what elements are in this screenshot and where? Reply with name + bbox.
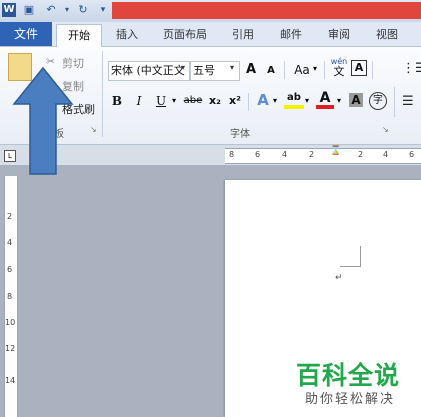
tab-references[interactable]: 引用: [228, 26, 258, 44]
chevron-down-icon[interactable]: ▾: [273, 96, 277, 105]
ruler-number: 14: [5, 376, 16, 385]
vertical-ruler[interactable]: 2 4 6 8 10 12 14: [4, 176, 18, 417]
word-icon[interactable]: W: [2, 3, 16, 17]
paragraph-mark-icon: ↵: [335, 273, 343, 283]
grow-font-button[interactable]: A: [242, 61, 260, 79]
highlight-button[interactable]: ab: [284, 91, 304, 109]
bold-button[interactable]: B: [108, 92, 126, 110]
separator: [372, 61, 373, 79]
phonetic-guide-button[interactable]: wén 文: [330, 57, 348, 79]
char-shading-button[interactable]: A: [349, 93, 363, 107]
tab-view[interactable]: 视图: [372, 26, 402, 44]
separator: [248, 93, 249, 111]
ruler-number: 8: [229, 150, 235, 159]
undo-icon[interactable]: ↶: [44, 3, 58, 17]
ruler-number: 12: [5, 344, 16, 353]
align-left-icon[interactable]: ☰: [402, 94, 414, 109]
tab-home[interactable]: 开始: [56, 24, 102, 47]
ribbon-tabs: 文件 开始 插入 页面布局 引用 邮件 审阅 视图: [0, 22, 421, 47]
chevron-down-icon[interactable]: ▾: [230, 63, 234, 72]
up-arrow-icon: [12, 66, 74, 175]
indent-marker-icon[interactable]: ⌛: [330, 146, 341, 156]
clipboard-launcher-icon[interactable]: ↘: [90, 125, 97, 134]
underline-button[interactable]: U: [152, 92, 170, 110]
ruler-number: 6: [7, 265, 13, 274]
superscript-button[interactable]: x²: [226, 92, 244, 110]
undo-dropdown-icon[interactable]: ▾: [60, 3, 74, 17]
ruler-number: 2: [7, 212, 13, 221]
chevron-down-icon[interactable]: ▾: [172, 96, 176, 105]
font-color-button[interactable]: A: [316, 91, 334, 109]
ruler-number: 6: [255, 150, 261, 159]
title-bar: W ▣ ↶ ▾ ↻ ▾: [0, 0, 421, 22]
shrink-font-button[interactable]: A: [262, 62, 280, 80]
ruler-number: 2: [309, 150, 315, 159]
font-size-value: 五号: [193, 64, 215, 77]
bullets-icon[interactable]: ⋮☰: [402, 61, 421, 76]
font-launcher-icon[interactable]: ↘: [382, 125, 389, 134]
tab-page-layout[interactable]: 页面布局: [160, 26, 210, 44]
chevron-down-icon[interactable]: ▾: [305, 96, 309, 105]
watermark-title: 百科全说: [296, 361, 401, 390]
save-icon[interactable]: ▣: [22, 3, 36, 17]
separator: [324, 61, 325, 79]
customize-arrow-icon[interactable]: ▾: [96, 3, 110, 17]
ruler-number: 6: [409, 150, 415, 159]
tab-review[interactable]: 审阅: [324, 26, 354, 44]
ruler-number: 4: [282, 150, 288, 159]
font-name-value: 宋体 (中文正文: [111, 64, 185, 77]
redo-icon[interactable]: ↻: [76, 3, 90, 17]
strikethrough-button[interactable]: abe: [182, 92, 204, 110]
font-name-dropdown[interactable]: 宋体 (中文正文: [108, 61, 190, 81]
tab-file[interactable]: 文件: [0, 22, 52, 46]
chevron-down-icon[interactable]: ▾: [313, 64, 317, 73]
font-group-label: 字体: [230, 129, 250, 140]
tab-insert[interactable]: 插入: [112, 26, 142, 44]
separator: [284, 61, 285, 79]
tab-mailings[interactable]: 邮件: [276, 26, 306, 44]
char-border-button[interactable]: A: [351, 60, 367, 76]
chevron-down-icon[interactable]: ▾: [337, 96, 341, 105]
change-case-button[interactable]: Aa: [290, 61, 314, 79]
ruler-number: 2: [358, 150, 364, 159]
separator: [394, 87, 395, 117]
ruler-number: 4: [383, 150, 389, 159]
watermark-subtitle: 助你轻松解决: [305, 392, 396, 407]
subscript-button[interactable]: x₂: [206, 92, 224, 110]
horizontal-ruler[interactable]: 8 6 4 2 ⌛ 2 4 6: [225, 146, 421, 164]
ruler-number: 4: [7, 238, 13, 247]
enclose-char-button[interactable]: 字: [369, 92, 387, 110]
title-banner: [112, 2, 421, 19]
margin-corner-marker: [340, 246, 361, 267]
phonetic-char: 文: [333, 65, 345, 78]
chevron-down-icon[interactable]: ▾: [181, 63, 185, 72]
ruler-number: 10: [5, 318, 16, 327]
text-effect-button[interactable]: A: [254, 91, 272, 109]
italic-button[interactable]: I: [130, 92, 148, 110]
ruler-number: 8: [7, 292, 13, 301]
group-separator: [102, 51, 103, 137]
